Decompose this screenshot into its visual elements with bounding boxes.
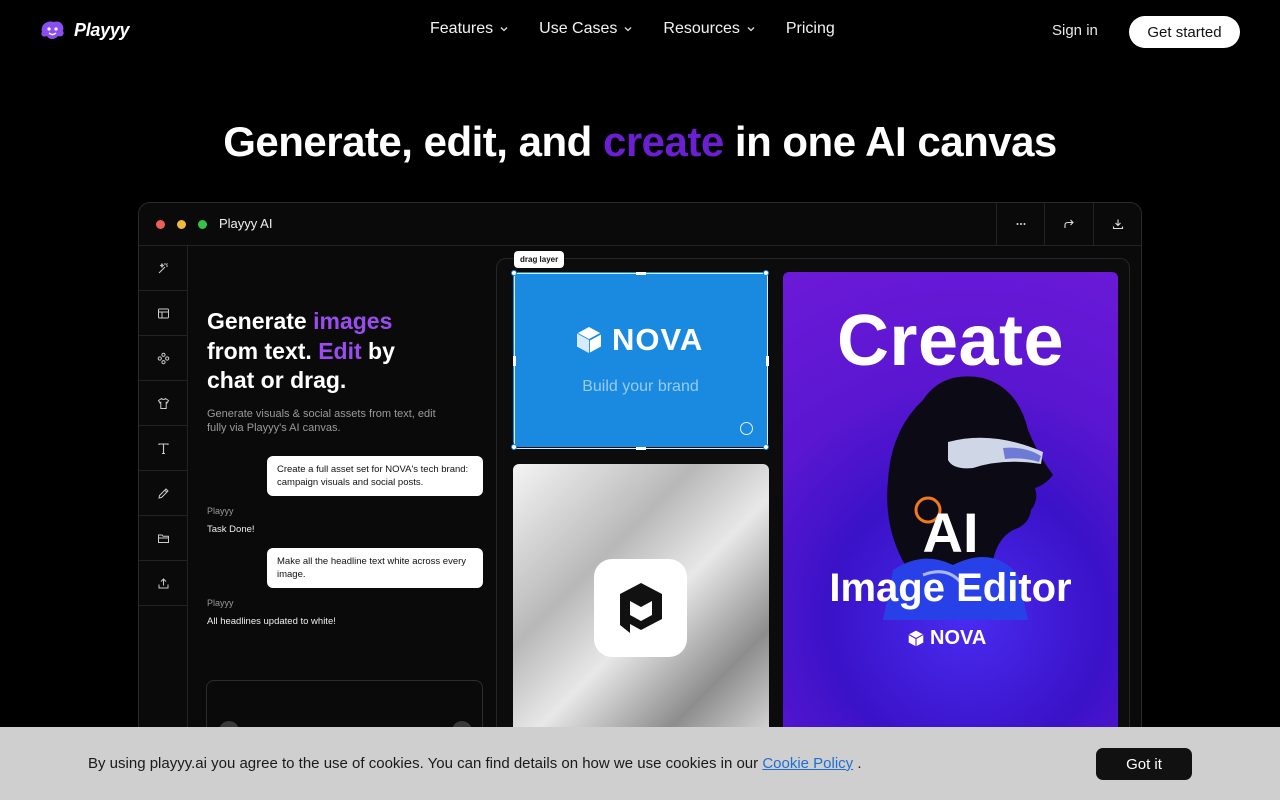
tool-sidebar — [139, 246, 188, 800]
nav-use-cases-label: Use Cases — [539, 20, 618, 37]
upload-icon — [158, 577, 168, 588]
shirt-icon — [157, 397, 169, 409]
logo-icon — [41, 21, 64, 39]
download-button[interactable] — [1093, 203, 1141, 245]
got-it-button[interactable]: Got it — [1096, 748, 1192, 780]
close-dot-icon — [156, 220, 165, 229]
poster-subtitle: Image Editor — [829, 566, 1072, 610]
resize-handle[interactable] — [636, 447, 646, 450]
more-icon — [1016, 223, 1025, 225]
chevron-down-icon — [624, 27, 632, 32]
tool-magic[interactable] — [139, 246, 187, 291]
cookie-banner: By using playyy.ai you agree to the use … — [0, 727, 1280, 800]
nova-logo: NOVA — [576, 322, 703, 358]
app-icon — [594, 559, 687, 657]
window-title: Playyy AI — [219, 216, 273, 231]
brand-name: Playyy — [74, 19, 130, 40]
nova-brand-text: NOVA — [612, 322, 704, 357]
poster-brand-text: NOVA — [930, 627, 987, 649]
hero-title-accent: create — [602, 118, 724, 165]
magic-wand-icon — [158, 262, 168, 273]
panel-heading-part: from text. — [207, 337, 312, 364]
resize-handle[interactable] — [513, 356, 516, 366]
tool-upload[interactable] — [139, 561, 187, 606]
panel-heading-accent: images — [313, 308, 393, 334]
sign-in-link[interactable]: Sign in — [1052, 22, 1098, 39]
components-icon — [157, 352, 169, 364]
tool-layout[interactable] — [139, 291, 187, 336]
chat-cube-icon — [619, 583, 662, 633]
panel-heading-part: chat or drag. — [207, 367, 347, 393]
resize-handle[interactable] — [763, 270, 769, 276]
share-icon — [1063, 219, 1074, 228]
layout-icon — [157, 308, 169, 318]
folder-icon — [157, 534, 169, 543]
bot-message: Task Done! — [207, 524, 255, 535]
design-canvas[interactable]: NOVA Build your brand drag layer Create — [496, 251, 1130, 800]
bot-name: Playyy — [207, 506, 234, 516]
ai-editor-poster-tile[interactable]: Create AI Image Editor NOVA — [783, 272, 1118, 734]
nav-resources-label: Resources — [663, 20, 740, 37]
nav-resources[interactable]: Resources — [663, 20, 755, 38]
tool-apparel[interactable] — [139, 381, 187, 426]
panel-heading: Generate images from text. Edit by chat … — [207, 307, 467, 396]
bot-name: Playyy — [207, 598, 234, 608]
cookie-period: . — [857, 755, 862, 772]
hero-title-start: Generate, edit, and — [223, 118, 592, 165]
maximize-dot-icon — [198, 220, 207, 229]
chevron-down-icon — [500, 27, 508, 32]
tool-pen[interactable] — [139, 471, 187, 516]
nav-use-cases[interactable]: Use Cases — [539, 20, 633, 38]
nova-cube-icon — [908, 630, 924, 647]
resize-handle[interactable] — [511, 444, 517, 450]
resize-handle[interactable] — [636, 272, 646, 275]
text-icon — [157, 442, 169, 454]
panel-heading-part: Generate — [207, 308, 307, 334]
drag-layer-tag: drag layer — [514, 251, 565, 268]
nova-cube-icon — [576, 327, 602, 353]
rotate-handle-icon[interactable] — [740, 422, 753, 435]
bot-message: All headlines updated to white! — [207, 616, 336, 627]
nav-pricing-label: Pricing — [785, 20, 835, 37]
nav-features-label: Features — [430, 20, 494, 37]
resize-handle[interactable] — [766, 356, 769, 366]
poster-brand: NOVA — [908, 627, 986, 650]
hero-title-end: in one AI canvas — [734, 118, 1057, 165]
panel-subtitle: Generate visuals & social assets from te… — [207, 408, 436, 434]
panel-heading-part: by — [368, 337, 395, 364]
resize-handle[interactable] — [511, 270, 517, 276]
tagline: Build your brand — [582, 378, 699, 395]
brand-logo[interactable]: Playyy — [38, 18, 130, 42]
pen-icon — [157, 487, 169, 499]
share-button[interactable] — [1044, 203, 1092, 245]
download-icon — [1112, 219, 1123, 230]
tool-folder[interactable] — [139, 516, 187, 561]
resize-handle[interactable] — [763, 444, 769, 450]
main-menu: Features Use Cases Resources Pricing — [430, 20, 835, 38]
nav-features[interactable]: Features — [430, 20, 509, 38]
panel-heading-accent: Edit — [318, 337, 362, 364]
user-message: Make all the headline text white across … — [267, 548, 483, 588]
cookie-message: By using playyy.ai you agree to the use … — [88, 755, 759, 772]
top-nav: Playyy Features Use Cases Resources Pric… — [0, 0, 1280, 64]
nova-blue-tile[interactable]: NOVA Build your brand — [513, 272, 768, 447]
poster-ai: AI — [922, 501, 979, 564]
cookie-policy-link[interactable]: Cookie Policy — [762, 755, 853, 772]
cookie-text: By using playyy.ai you agree to the use … — [88, 755, 862, 772]
chevron-down-icon — [747, 27, 755, 32]
get-started-button[interactable]: Get started — [1129, 16, 1240, 48]
tool-components[interactable] — [139, 336, 187, 381]
more-button[interactable] — [996, 203, 1044, 245]
app-preview-window: Playyy AI Generate images from text. Edi… — [138, 202, 1142, 800]
window-titlebar: Playyy AI — [139, 203, 1141, 246]
user-message: Create a full asset set for NOVA's tech … — [267, 456, 483, 496]
nav-pricing[interactable]: Pricing — [786, 20, 835, 38]
tool-text[interactable] — [139, 426, 187, 471]
app-icon-tile[interactable] — [513, 464, 769, 734]
hero-title: Generate, edit, and create in one AI can… — [0, 118, 1280, 166]
minimize-dot-icon — [177, 220, 186, 229]
